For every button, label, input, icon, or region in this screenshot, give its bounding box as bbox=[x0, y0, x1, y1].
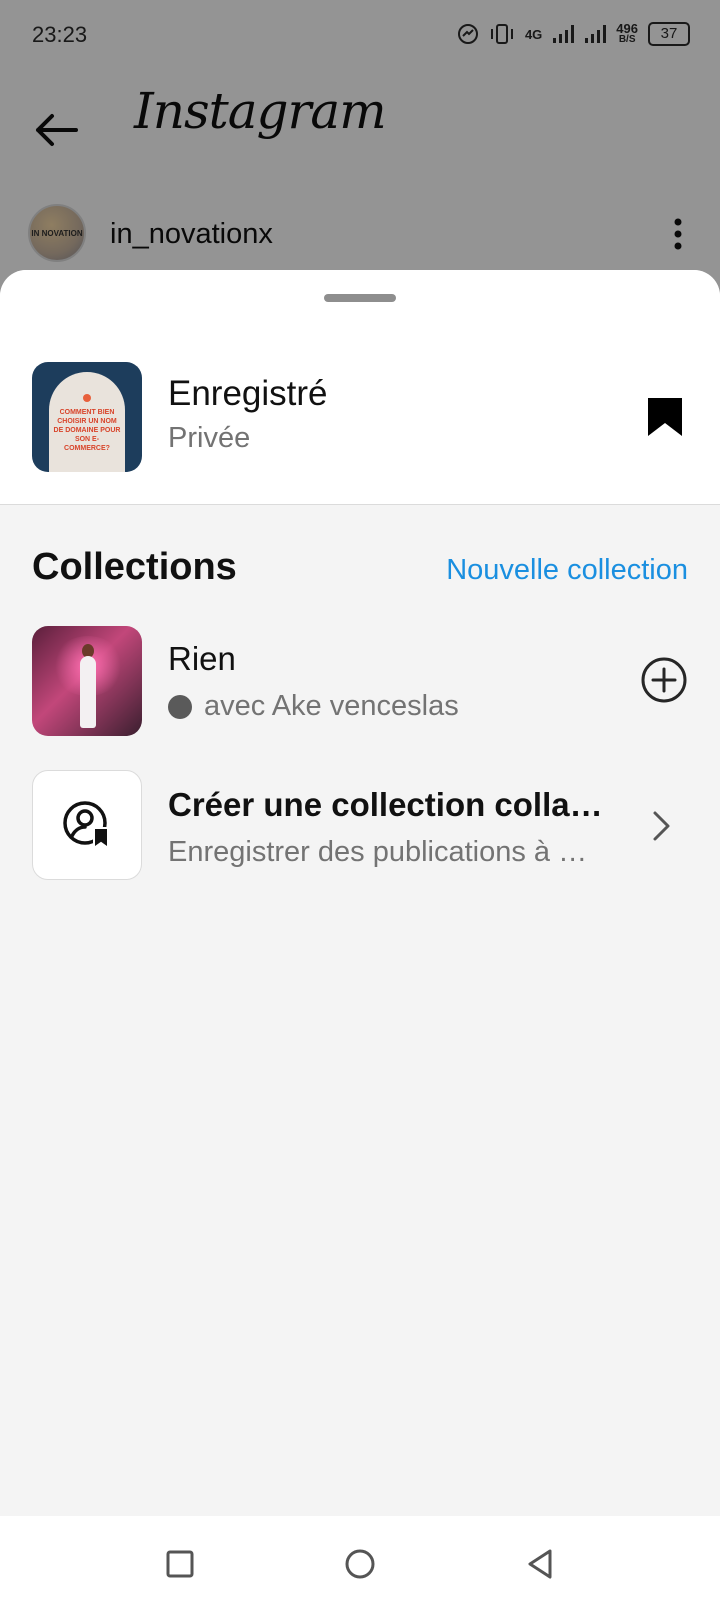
collections-heading: Collections bbox=[32, 546, 237, 588]
saved-title: Enregistré bbox=[168, 374, 328, 413]
collab-title: Créer une collection colla… bbox=[168, 786, 603, 823]
collab-icon-box bbox=[32, 770, 142, 880]
recents-square-icon[interactable] bbox=[160, 1544, 200, 1584]
bookmark-filled-icon[interactable] bbox=[646, 396, 684, 438]
chevron-right-icon bbox=[653, 811, 670, 841]
collection-thumbnail bbox=[32, 626, 142, 736]
system-nav-bar bbox=[0, 1516, 720, 1612]
saved-section[interactable]: COMMENT BIEN CHOISIR UN NOM DE DOMAINE P… bbox=[0, 270, 720, 505]
drag-handle[interactable] bbox=[324, 294, 396, 302]
photo-person-body bbox=[80, 656, 96, 728]
home-circle-icon[interactable] bbox=[340, 1544, 380, 1584]
plus-circle-icon[interactable] bbox=[640, 656, 688, 704]
save-bottom-sheet: COMMENT BIEN CHOISIR UN NOM DE DOMAINE P… bbox=[0, 270, 720, 1516]
saved-privacy: Privée bbox=[168, 422, 251, 454]
collaborator-avatar bbox=[168, 694, 192, 719]
collaborator-text: avec Ake venceslas bbox=[204, 690, 459, 722]
thumbnail-caption: COMMENT BIEN CHOISIR UN NOM DE DOMAINE P… bbox=[53, 409, 121, 452]
collection-subtitle: avec Ake venceslas bbox=[168, 690, 459, 723]
scrim-overlay[interactable] bbox=[0, 0, 720, 300]
new-collection-button[interactable]: Nouvelle collection bbox=[446, 554, 688, 587]
collection-title: Rien bbox=[168, 640, 236, 677]
collab-subtitle: Enregistrer des publications à … bbox=[168, 836, 588, 868]
saved-thumbnail: COMMENT BIEN CHOISIR UN NOM DE DOMAINE P… bbox=[32, 362, 142, 472]
back-triangle-icon[interactable] bbox=[520, 1544, 560, 1584]
sun-icon bbox=[83, 394, 91, 402]
user-bookmark-icon bbox=[63, 801, 109, 850]
saved-thumbnail-text: COMMENT BIEN CHOISIR UN NOM DE DOMAINE P… bbox=[49, 372, 125, 472]
